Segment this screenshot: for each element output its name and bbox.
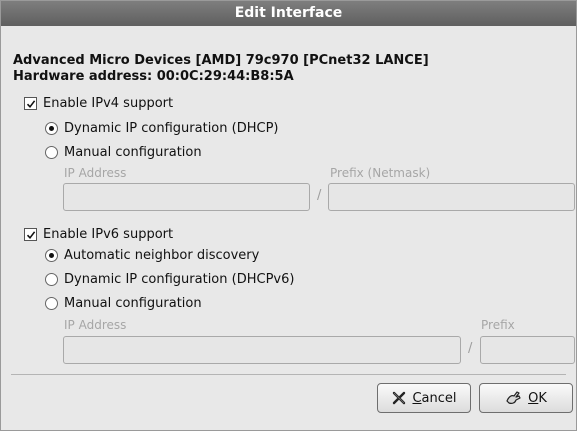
ipv4-separator: /: [317, 188, 322, 203]
ipv4-dhcp-label: Dynamic IP configuration (DHCP): [64, 121, 279, 136]
dialog-title: Edit Interface: [1, 1, 576, 26]
ipv6-ip-address-label: IP Address: [64, 318, 127, 332]
ipv4-ip-address-field[interactable]: [63, 183, 310, 211]
checkmark-icon: [24, 97, 37, 110]
ipv6-separator: /: [468, 341, 473, 356]
device-info: Advanced Micro Devices [AMD] 79c970 [PCn…: [13, 53, 429, 85]
ipv4-manual-radio[interactable]: Manual configuration: [45, 145, 202, 160]
radio-unselected-icon: [45, 146, 58, 159]
ipv4-prefix-label: Prefix (Netmask): [330, 166, 431, 180]
radio-unselected-icon: [45, 273, 58, 286]
ipv6-enable-checkbox[interactable]: Enable IPv6 support: [24, 227, 173, 242]
button-separator: [11, 374, 566, 375]
ipv6-enable-label: Enable IPv6 support: [43, 227, 174, 242]
ipv6-manual-radio[interactable]: Manual configuration: [45, 296, 202, 311]
cancel-label: Cancel: [412, 390, 457, 406]
ipv6-auto-label: Automatic neighbor discovery: [64, 248, 260, 263]
radio-selected-icon: [45, 249, 58, 262]
device-name: Advanced Micro Devices [AMD] 79c970 [PCn…: [13, 53, 429, 68]
radio-selected-icon: [45, 122, 58, 135]
ok-label: OK: [528, 390, 547, 406]
hardware-address: Hardware address: 00:0C:29:44:B8:5A: [13, 69, 294, 84]
ipv4-dhcp-radio[interactable]: Dynamic IP configuration (DHCP): [45, 121, 278, 136]
cancel-button[interactable]: Cancel: [377, 383, 471, 413]
ipv6-auto-radio[interactable]: Automatic neighbor discovery: [45, 248, 259, 263]
ipv6-dhcpv6-label: Dynamic IP configuration (DHCPv6): [64, 272, 295, 287]
ipv6-ip-address-field[interactable]: [63, 336, 461, 364]
ok-hand-icon: [505, 390, 523, 406]
ipv6-prefix-label: Prefix: [481, 318, 515, 332]
ipv4-enable-label: Enable IPv4 support: [43, 96, 174, 111]
ipv4-enable-checkbox[interactable]: Enable IPv4 support: [24, 96, 173, 111]
ok-button[interactable]: OK: [479, 383, 573, 413]
checkmark-icon: [24, 228, 37, 241]
radio-unselected-icon: [45, 297, 58, 310]
dialog-content: Advanced Micro Devices [AMD] 79c970 [PCn…: [1, 26, 576, 429]
ipv4-ip-address-label: IP Address: [64, 166, 127, 180]
ipv4-prefix-field[interactable]: [328, 183, 575, 211]
ipv6-prefix-field[interactable]: [480, 336, 575, 364]
ipv6-manual-label: Manual configuration: [64, 296, 202, 311]
cancel-x-icon: [391, 390, 407, 406]
edit-interface-dialog: Edit Interface Advanced Micro Devices [A…: [0, 0, 577, 431]
ipv6-dhcpv6-radio[interactable]: Dynamic IP configuration (DHCPv6): [45, 272, 294, 287]
ipv4-manual-label: Manual configuration: [64, 145, 202, 160]
